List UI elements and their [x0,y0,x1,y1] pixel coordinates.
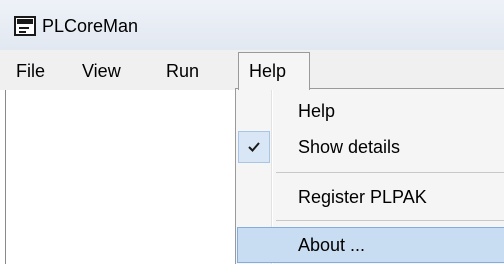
checkmark-icon [248,142,260,152]
menu-separator [276,172,504,173]
client-border [5,90,6,264]
menu-file[interactable]: File [16,59,45,83]
window-app-icon[interactable] [14,16,36,36]
app-window: PLCoreMan File View Run Help Help Show d… [0,0,504,264]
checkmark-box [238,131,270,163]
app-icon-line [19,27,29,29]
menu-item-show-details-label: Show details [298,137,401,157]
help-dropdown-menu: Help Show details Register PLPAK About .… [235,88,504,264]
menu-item-register-label: Register PLPAK [298,187,427,207]
menu-bar: File View Run Help [0,50,504,90]
app-icon-titlebar [17,19,33,24]
window-title: PLCoreMan [42,16,139,36]
menu-help[interactable]: Help [238,52,310,90]
menu-item-register-plpak[interactable]: Register PLPAK [236,179,504,215]
menu-help-label: Help [249,61,287,81]
menu-item-help-label: Help [298,101,336,121]
menu-run[interactable]: Run [166,59,199,83]
app-icon-line [19,31,26,33]
menu-item-show-details[interactable]: Show details [236,129,504,165]
title-bar[interactable]: PLCoreMan [0,0,504,50]
menu-view[interactable]: View [82,59,121,83]
menu-item-help[interactable]: Help [236,93,504,129]
menu-item-about[interactable]: About ... [237,227,504,263]
menu-separator [276,220,504,221]
menu-item-about-label: About ... [298,235,366,255]
